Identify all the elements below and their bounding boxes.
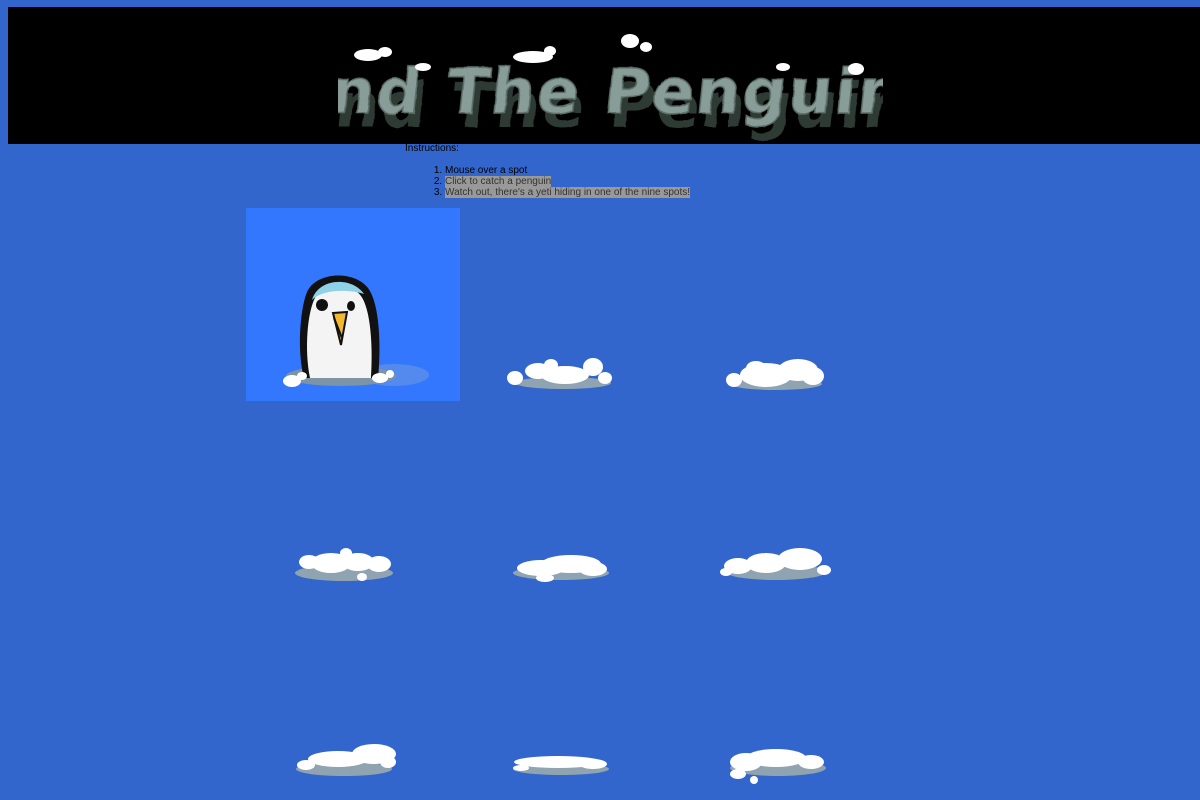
instructions-panel: Instructions: Mouse over a spot Click to…	[405, 143, 691, 198]
spot-9[interactable]	[668, 592, 882, 785]
spot-3[interactable]	[668, 208, 882, 401]
spot-5[interactable]	[453, 400, 667, 593]
snow-pile-icon	[726, 359, 824, 390]
spot-7[interactable]	[246, 592, 460, 785]
penguin-in-hole	[283, 275, 429, 387]
penguin-icon	[299, 275, 380, 378]
instructions-label: Instructions:	[405, 143, 459, 154]
snow-pile-icon	[507, 358, 612, 389]
snow-pile-icon	[513, 555, 609, 582]
game-stage: Find The Penguins Find The Penguins Inst…	[0, 0, 1200, 800]
spot-4[interactable]	[246, 400, 460, 593]
snow-pile-icon	[513, 756, 609, 775]
spot-6[interactable]	[668, 400, 882, 593]
instruction-item-1: Mouse over a spot	[445, 165, 690, 176]
spot-8[interactable]	[453, 592, 667, 785]
instructions-list: Mouse over a spot Click to catch a pengu…	[405, 165, 691, 198]
instruction-item-2: Click to catch a penguin	[445, 176, 690, 187]
snow-pile-icon	[720, 548, 831, 580]
snow-pile-icon	[296, 744, 396, 776]
spot-1[interactable]	[246, 208, 460, 401]
title-banner: Find The Penguins Find The Penguins	[8, 7, 1200, 144]
spot-2[interactable]	[453, 208, 667, 401]
instruction-item-3: Watch out, there's a yeti hiding in one …	[445, 187, 691, 198]
snow-pile-icon	[295, 548, 393, 581]
title-logo: Find The Penguins Find The Penguins	[338, 34, 883, 142]
snow-pile-icon	[730, 749, 826, 784]
